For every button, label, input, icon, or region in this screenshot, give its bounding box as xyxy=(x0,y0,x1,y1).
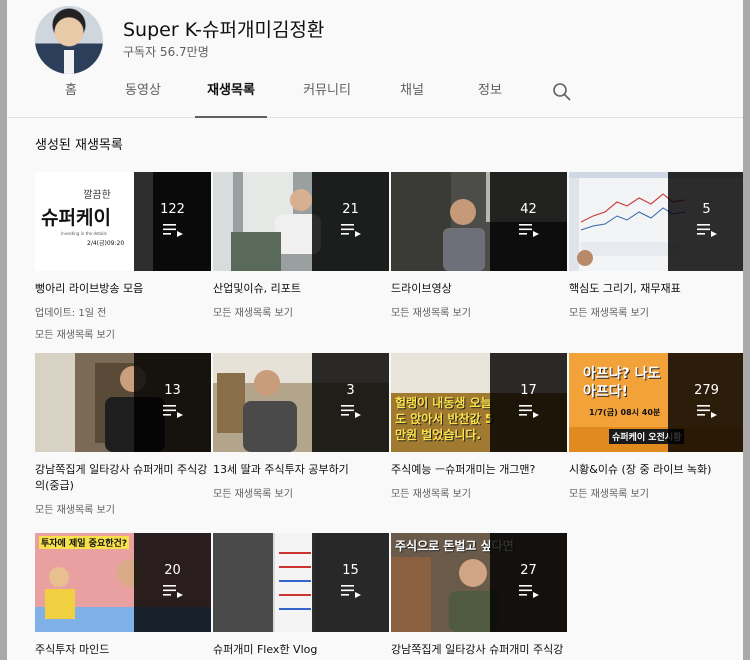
playlist-icon xyxy=(162,405,183,418)
tab-community[interactable]: 커뮤니티 xyxy=(301,76,353,118)
video-count: 279 xyxy=(694,383,719,398)
video-count: 13 xyxy=(164,383,181,398)
view-full-playlist-link[interactable]: 모든 재생목록 보기 xyxy=(213,485,389,500)
playlists-section: 생성된 재생목록 깔끔한 슈퍼케이 Investing in the detai… xyxy=(7,118,743,660)
tab-videos[interactable]: 동영상 xyxy=(125,76,161,118)
playlist-count-overlay: 5 xyxy=(668,172,743,271)
thumb-sub-text: Investing in the details xyxy=(61,231,107,236)
video-count: 15 xyxy=(342,563,359,578)
playlist-count-overlay: 21 xyxy=(312,172,389,271)
section-title: 생성된 재생목록 xyxy=(35,138,123,153)
video-count: 42 xyxy=(520,202,537,217)
playlist-thumbnail[interactable]: 아프냐? 나도 아프다! 1/7(금) 08시 40분 슈퍼케이 오전시황 27… xyxy=(569,353,743,452)
playlist-thumbnail[interactable]: 21 xyxy=(213,172,389,271)
playlist-count-overlay: 3 xyxy=(312,353,389,452)
playlist-thumbnail[interactable]: 13 xyxy=(35,353,211,452)
playlist-icon xyxy=(518,405,539,418)
view-full-playlist-link[interactable]: 모든 재생목록 보기 xyxy=(213,304,389,319)
playlist-card[interactable]: 깔끔한 슈퍼케이 Investing in the details 2/4(금)… xyxy=(35,172,211,341)
playlist-title[interactable]: 슈퍼개미 Flex한 Vlog xyxy=(213,642,389,658)
playlist-title[interactable]: 13세 딸과 주식투자 공부하기 xyxy=(213,462,389,478)
view-full-playlist-link[interactable]: 모든 재생목록 보기 xyxy=(35,326,211,341)
playlist-title[interactable]: 주식투자 마인드 xyxy=(35,642,211,658)
playlist-card[interactable]: 42 드라이브영상 모든 재생목록 보기 xyxy=(391,172,567,319)
video-count: 3 xyxy=(346,383,355,398)
tab-about[interactable]: 정보 xyxy=(475,76,505,118)
playlist-icon xyxy=(340,585,361,598)
playlist-card[interactable]: 21 산업및이슈, 리포트 모든 재생목록 보기 xyxy=(213,172,389,319)
playlist-thumbnail[interactable]: 5 xyxy=(569,172,743,271)
playlist-title[interactable]: 뻥아리 라이브방송 모음 xyxy=(35,281,211,297)
playlist-card[interactable]: 헐랭이 내동생 오늘도 앉아서 반찬값 5만원 벌었습니다. 17 주식예능 ㅡ… xyxy=(391,353,567,500)
view-full-playlist-link[interactable]: 모든 재생목록 보기 xyxy=(391,304,567,319)
playlist-thumbnail[interactable]: 15 xyxy=(213,533,389,632)
video-count: 20 xyxy=(164,563,181,578)
playlist-card[interactable]: 주식으로 돈벌고 싶다면 27 강남쪽집게 일타강사 슈퍼개미 주식강 xyxy=(391,533,567,658)
playlist-count-overlay: 20 xyxy=(134,533,211,632)
thumb-caption: 투자에 제일 중요한건? xyxy=(39,536,130,549)
playlist-thumbnail[interactable]: 주식으로 돈벌고 싶다면 27 xyxy=(391,533,567,632)
playlist-title[interactable]: 주식예능 ㅡ슈퍼개미는 개그맨? xyxy=(391,462,567,478)
playlist-thumbnail[interactable]: 42 xyxy=(391,172,567,271)
view-full-playlist-link[interactable]: 모든 재생목록 보기 xyxy=(569,304,743,319)
view-full-playlist-link[interactable]: 모든 재생목록 보기 xyxy=(569,485,743,500)
playlist-icon xyxy=(696,224,717,237)
playlist-title[interactable]: 산업및이슈, 리포트 xyxy=(213,281,389,297)
video-count: 17 xyxy=(520,383,537,398)
playlist-count-overlay: 279 xyxy=(668,353,743,452)
playlist-title[interactable]: 강남쪽집게 일타강사 슈퍼개미 주식강 xyxy=(391,642,567,658)
playlist-title[interactable]: 강남쪽집게 일타강사 슈퍼개미 주식강의(중급) xyxy=(35,462,211,494)
playlist-card[interactable]: 13 강남쪽집게 일타강사 슈퍼개미 주식강의(중급) 모든 재생목록 보기 xyxy=(35,353,211,516)
playlist-thumbnail[interactable]: 깔끔한 슈퍼케이 Investing in the details 2/4(금)… xyxy=(35,172,211,271)
search-icon[interactable] xyxy=(552,82,572,102)
playlist-card[interactable]: 15 슈퍼개미 Flex한 Vlog xyxy=(213,533,389,658)
playlist-icon xyxy=(518,224,539,237)
playlist-icon xyxy=(162,585,183,598)
playlist-card[interactable]: 아프냐? 나도 아프다! 1/7(금) 08시 40분 슈퍼케이 오전시황 27… xyxy=(569,353,743,500)
video-count: 122 xyxy=(160,202,185,217)
playlist-card[interactable]: 5 핵심도 그리기, 재무재표 모든 재생목록 보기 xyxy=(569,172,743,319)
playlist-card[interactable]: 투자에 제일 중요한건? 20 주식투자 마인드 xyxy=(35,533,211,658)
thumb-main-text: 슈퍼케이 xyxy=(41,207,111,229)
playlist-icon xyxy=(340,405,361,418)
thumb-caption: 헐랭이 내동생 오늘도 앉아서 반찬값 5만원 벌었습니다. xyxy=(395,396,494,442)
playlist-count-overlay: 122 xyxy=(134,172,211,271)
channel-name: Super K-슈퍼개미김정환 xyxy=(123,19,325,41)
thumb-date-text: 2/4(금)09:20 xyxy=(87,240,124,247)
video-count: 5 xyxy=(702,202,711,217)
thumb-caption: 아프냐? 나도 아프다! xyxy=(583,366,661,400)
playlist-count-overlay: 27 xyxy=(490,533,567,632)
playlist-updated: 업데이트: 1일 전 xyxy=(35,308,107,319)
playlist-count-overlay: 42 xyxy=(490,172,567,271)
playlist-count-overlay: 17 xyxy=(490,353,567,452)
view-full-playlist-link[interactable]: 모든 재생목록 보기 xyxy=(35,501,211,516)
playlist-thumbnail[interactable]: 투자에 제일 중요한건? 20 xyxy=(35,533,211,632)
youtube-channel-window: Super K-슈퍼개미김정환 구독자 56.7만명 홈 동영상 재생목록 커뮤… xyxy=(7,0,743,660)
channel-tabs: 홈 동영상 재생목록 커뮤니티 채널 정보 xyxy=(7,76,743,118)
tab-playlists[interactable]: 재생목록 xyxy=(195,76,267,118)
playlist-thumbnail[interactable]: 헐랭이 내동생 오늘도 앉아서 반찬값 5만원 벌었습니다. 17 xyxy=(391,353,567,452)
playlist-title[interactable]: 핵심도 그리기, 재무재표 xyxy=(569,281,743,297)
playlist-card[interactable]: 3 13세 딸과 주식투자 공부하기 모든 재생목록 보기 xyxy=(213,353,389,500)
channel-header: Super K-슈퍼개미김정환 구독자 56.7만명 홈 동영상 재생목록 커뮤… xyxy=(7,0,743,118)
playlist-icon xyxy=(696,405,717,418)
playlist-title[interactable]: 드라이브영상 xyxy=(391,281,567,297)
video-count: 27 xyxy=(520,563,537,578)
playlist-title[interactable]: 시황&이슈 (장 중 라이브 녹화) xyxy=(569,462,743,478)
tab-channels[interactable]: 채널 xyxy=(397,76,427,118)
view-full-playlist-link[interactable]: 모든 재생목록 보기 xyxy=(391,485,567,500)
thumb-datetime: 1/7(금) 08시 40분 xyxy=(589,408,661,417)
playlist-icon xyxy=(162,224,183,237)
thumb-top-text: 깔끔한 xyxy=(83,189,111,201)
playlist-icon xyxy=(340,224,361,237)
playlist-count-overlay: 15 xyxy=(312,533,389,632)
playlist-icon xyxy=(518,585,539,598)
playlist-count-overlay: 13 xyxy=(134,353,211,452)
subscriber-count: 구독자 56.7만명 xyxy=(123,45,209,59)
video-count: 21 xyxy=(342,202,359,217)
channel-avatar[interactable] xyxy=(35,6,103,74)
tab-home[interactable]: 홈 xyxy=(59,76,83,118)
playlist-thumbnail[interactable]: 3 xyxy=(213,353,389,452)
